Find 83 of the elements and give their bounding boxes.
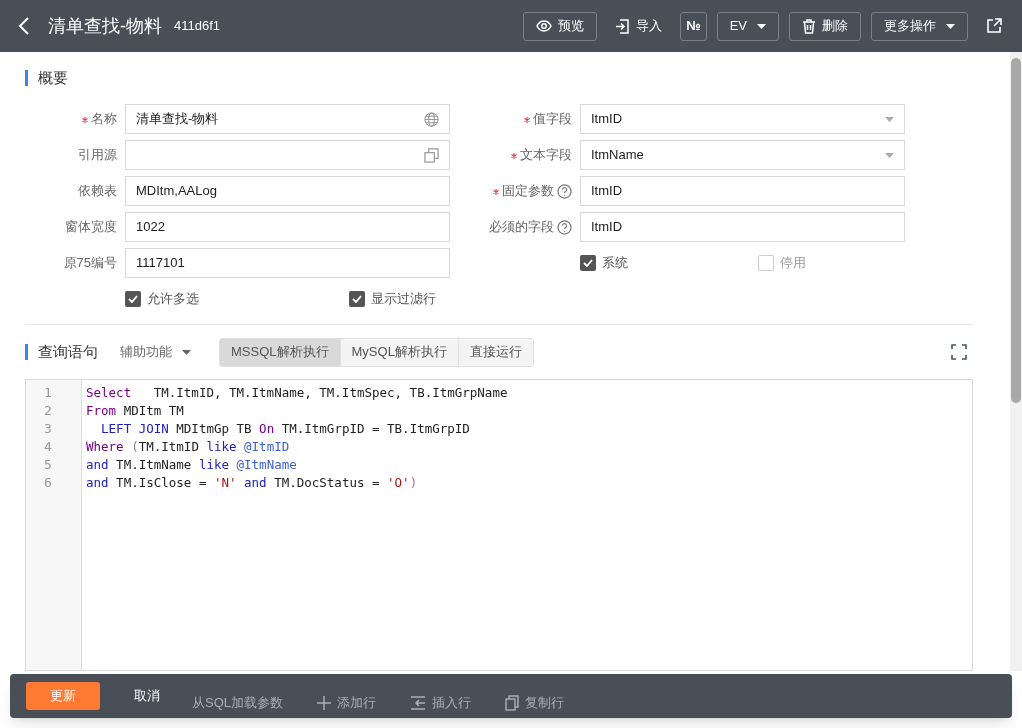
input-field[interactable] xyxy=(125,140,450,170)
required-icon xyxy=(511,153,517,160)
required-icon xyxy=(524,117,530,124)
code-line: From MDItm TM xyxy=(86,402,185,420)
share-icon[interactable] xyxy=(986,18,1002,34)
checkbox-label: 显示过滤行 xyxy=(371,290,436,309)
table-toolbar-button[interactable]: 从SQL加载参数 xyxy=(192,693,283,713)
code-line: and TM.ItmName like @ItmName xyxy=(86,456,298,474)
number-button[interactable]: № xyxy=(680,11,707,41)
line-number: 5 xyxy=(43,456,53,474)
input-field[interactable]: ItmID xyxy=(580,176,905,206)
helper-dropdown[interactable]: 辅助功能 xyxy=(120,342,191,362)
field-label: 文本字段 xyxy=(520,146,572,165)
field-label: 依赖表 xyxy=(78,182,117,201)
dropdown-button[interactable]: 更多操作 xyxy=(871,11,968,41)
required-icon xyxy=(493,189,499,196)
checkbox[interactable] xyxy=(758,255,774,271)
copy-icon xyxy=(424,147,439,163)
field-label: 窗体宽度 xyxy=(65,218,117,237)
mode-tab[interactable]: MySQL解析执行 xyxy=(339,338,458,366)
checkbox-label: 停用 xyxy=(780,254,806,273)
select-field[interactable]: ItmID xyxy=(580,104,905,134)
plus-icon xyxy=(317,696,331,710)
field-label: 值字段 xyxy=(533,110,572,129)
checkbox-label: 允许多选 xyxy=(147,290,199,309)
help-icon xyxy=(557,183,572,199)
check-icon xyxy=(128,295,138,303)
field-label: 原75编号 xyxy=(63,254,117,273)
checkbox[interactable] xyxy=(580,255,596,271)
line-number: 3 xyxy=(43,420,53,438)
import-button[interactable]: 导入 xyxy=(607,11,671,41)
input-field[interactable]: ItmID xyxy=(580,212,905,242)
help-icon xyxy=(557,219,572,235)
check-icon xyxy=(583,259,593,267)
scrollbar-thumb[interactable] xyxy=(1011,58,1021,403)
table-toolbar-button[interactable]: 插入行 xyxy=(410,693,471,713)
mode-tab[interactable]: 直接运行 xyxy=(457,338,533,366)
eye-icon xyxy=(536,20,553,32)
caret-icon xyxy=(885,152,894,158)
field-label: 必须的字段 xyxy=(489,218,554,237)
field-label: 固定参数 xyxy=(502,182,554,201)
input-field[interactable]: 1022 xyxy=(125,212,450,242)
section-title: 查询语句 xyxy=(38,341,98,362)
checkbox[interactable] xyxy=(349,291,365,307)
line-number: 1 xyxy=(43,384,53,402)
preview-button[interactable]: 预览 xyxy=(523,11,598,41)
trash-icon xyxy=(802,18,816,34)
record-id: 411d6f1 xyxy=(174,17,221,36)
caret-icon xyxy=(885,116,894,122)
dropdown-button[interactable]: EV xyxy=(716,11,779,41)
input-field[interactable]: 清单查找-物料 xyxy=(125,104,450,134)
required-icon xyxy=(82,117,88,124)
table-toolbar-button[interactable]: 添加行 xyxy=(317,693,376,713)
code-line: LEFT JOIN MDItmGp TB On TM.ItmGrpID = TB.ItmGrpID xyxy=(100,420,471,438)
cancel-button[interactable]: 取消 xyxy=(122,682,172,710)
field-label: 引用源 xyxy=(78,146,117,165)
delete-button[interactable]: 删除 xyxy=(789,11,861,41)
line-number: 2 xyxy=(43,402,53,420)
caret-icon xyxy=(757,23,766,29)
caret-icon xyxy=(946,23,955,29)
globe-icon xyxy=(424,111,439,127)
input-field[interactable]: MDItm,AALog xyxy=(125,176,450,206)
input-field[interactable]: 1117101 xyxy=(125,248,450,278)
check-icon xyxy=(352,295,362,303)
mode-tab[interactable]: MSSQL解析执行 xyxy=(220,338,340,366)
copy-icon xyxy=(505,695,519,711)
field-label: 名称 xyxy=(91,110,117,129)
section-title: 概要 xyxy=(38,67,68,88)
page-title: 清单查找-物料 xyxy=(48,14,162,38)
line-number: 6 xyxy=(43,474,53,492)
code-line: and TM.IsClose = 'N' and TM.DocStatus = 'O') xyxy=(86,474,419,492)
checkbox[interactable] xyxy=(125,291,141,307)
caret-icon xyxy=(182,349,191,355)
import-icon xyxy=(615,18,631,34)
table-toolbar-button[interactable]: 复制行 xyxy=(505,693,564,713)
checkbox-label: 系统 xyxy=(602,254,628,273)
back-icon[interactable] xyxy=(18,16,30,36)
line-number: 4 xyxy=(43,438,53,456)
select-field[interactable]: ItmName xyxy=(580,140,905,170)
fullscreen-icon[interactable] xyxy=(951,344,967,360)
code-line: Select TM.ItmID, TM.ItmName, TM.ItmSpec, TB.ItmGrpName xyxy=(86,384,508,402)
code-line: Where (TM.ItmID like @ItmID xyxy=(86,438,291,456)
insert-row-icon xyxy=(410,696,426,710)
